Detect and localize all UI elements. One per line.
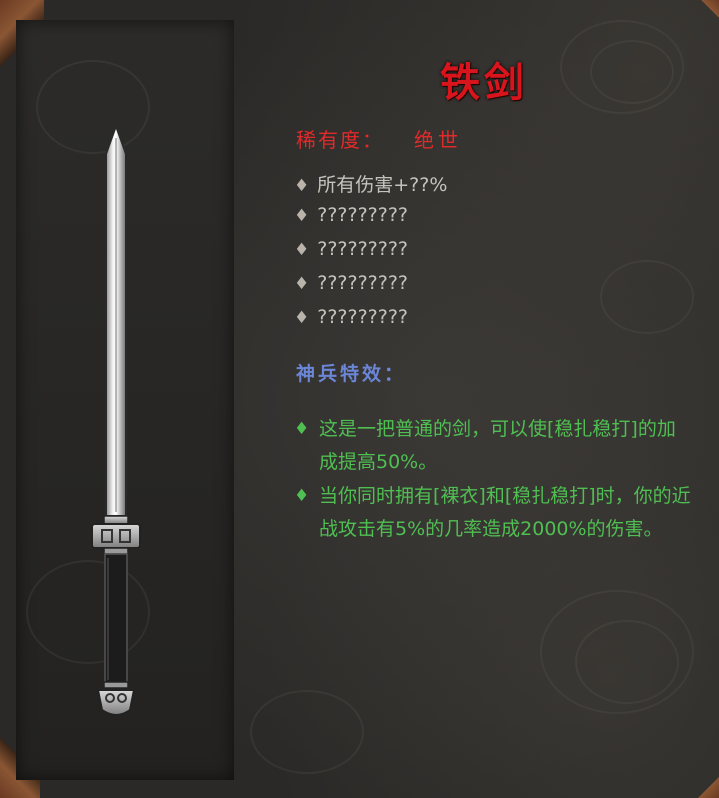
- diamond-bullet-icon: ♦: [294, 486, 310, 506]
- frame-corner-ornament: [693, 0, 719, 18]
- diamond-bullet-icon: ♦: [294, 206, 310, 226]
- special-effect-text: 当你同时拥有[裸衣]和[稳扎稳打]时，你的近战攻击有5%的几率造成2000%的伤…: [319, 485, 691, 540]
- special-effect-text: 这是一把普通的剑，可以使[稳扎稳打]的加成提高50%。: [319, 418, 676, 473]
- cloud-pattern-decoration: [590, 40, 674, 104]
- rarity-value: 绝世: [414, 128, 462, 152]
- diamond-bullet-icon: ♦: [294, 419, 310, 439]
- stat-line: ♦?????????: [294, 238, 408, 266]
- stat-line: ♦?????????: [294, 272, 408, 300]
- stat-text: ?????????: [317, 238, 409, 260]
- frame-corner-ornament: [697, 768, 719, 798]
- cloud-pattern-decoration: [600, 260, 694, 334]
- stat-text: ?????????: [317, 306, 409, 328]
- rarity-label: 稀有度：: [296, 128, 384, 152]
- special-effect-item: ♦ 这是一把普通的剑，可以使[稳扎稳打]的加成提高50%。: [294, 413, 694, 479]
- cloud-pattern-decoration: [575, 620, 679, 704]
- stat-line: ♦ 所有伤害+??%: [294, 170, 447, 198]
- iron-sword-icon: [91, 124, 141, 716]
- diamond-bullet-icon: ♦: [294, 308, 310, 328]
- special-effect-item: ♦ 当你同时拥有[裸衣]和[稳扎稳打]时，你的近战攻击有5%的几率造成2000%…: [294, 480, 694, 546]
- stat-text: ?????????: [317, 272, 409, 294]
- stat-text: ?????????: [317, 204, 409, 226]
- stat-text: 所有伤害+??%: [317, 174, 448, 196]
- diamond-bullet-icon: ♦: [294, 274, 310, 294]
- stat-line: ♦?????????: [294, 204, 408, 232]
- cloud-pattern-decoration: [250, 690, 364, 774]
- item-tooltip-panel: 铁剑 稀有度： 绝世 ♦ 所有伤害+??% ♦????????? ♦???????…: [0, 0, 719, 798]
- item-name: 铁剑: [440, 59, 528, 106]
- stat-line: ♦?????????: [294, 306, 408, 334]
- special-effects-title: 神兵特效：: [296, 363, 407, 385]
- diamond-bullet-icon: ♦: [294, 176, 310, 196]
- diamond-bullet-icon: ♦: [294, 240, 310, 260]
